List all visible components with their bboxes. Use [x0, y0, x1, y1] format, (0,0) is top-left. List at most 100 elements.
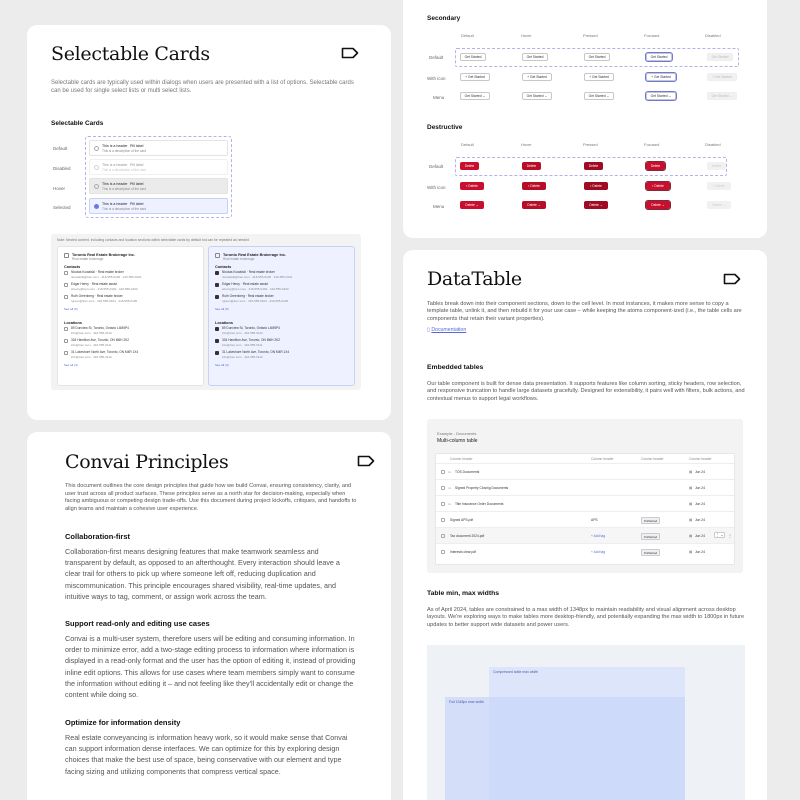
- state-label-selected: Selected: [53, 205, 71, 210]
- selectable-card-disabled: This is a header Pill label This is a de…: [89, 159, 228, 175]
- secondary-menu-button-focused[interactable]: Get Started ⌄: [645, 91, 677, 101]
- destructive-button-default[interactable]: Delete: [460, 162, 479, 170]
- checkbox-checked[interactable]: [215, 327, 219, 331]
- secondary-icon-button-default[interactable]: + Get Started: [460, 73, 490, 81]
- checkbox-checked[interactable]: [215, 271, 219, 275]
- table-row[interactable]: Interests clear.pdf + Add tag Published …: [436, 544, 734, 560]
- row-checkbox[interactable]: [441, 518, 445, 522]
- location-item[interactable]: 31 Lakeshore North Ave, Toronto, ON M4R …: [215, 350, 348, 361]
- secondary-menu-button-pressed[interactable]: Get Started ⌄: [584, 92, 614, 100]
- column-header[interactable]: Column header: [591, 457, 614, 461]
- calendar-icon: ▦: [689, 502, 693, 506]
- table-example: Example - Documents Multi-column table C…: [427, 419, 743, 573]
- destructive-menu-button-hover[interactable]: Delete ⌄: [522, 201, 546, 209]
- secondary-button-default[interactable]: Get Started: [460, 53, 486, 61]
- selectable-card-variants: This is a header Pill label This is a de…: [85, 136, 232, 218]
- checkbox-checked[interactable]: [215, 295, 219, 299]
- checkbox[interactable]: [64, 351, 68, 355]
- see-all-locations-link[interactable]: See all (4): [64, 363, 197, 367]
- radio-icon: [94, 184, 99, 189]
- row-actions[interactable]: ⋮ ⌄: [714, 532, 726, 538]
- add-tag-link[interactable]: + Add tag: [591, 534, 605, 538]
- chevron-down-icon: ⌄: [544, 94, 548, 98]
- destructive-menu-button-default[interactable]: Delete ⌄: [460, 201, 484, 209]
- table-row[interactable]: ▭ TOS Documents ▦ Jun 24: [436, 464, 734, 480]
- destructive-icon-button-hover[interactable]: ▪ Delete: [522, 182, 546, 190]
- checkbox[interactable]: [64, 327, 68, 331]
- secondary-icon-button-pressed[interactable]: + Get Started: [584, 73, 614, 81]
- checkbox[interactable]: [64, 295, 68, 299]
- buttons-section: Secondary Default Hover Pressed Focused …: [403, 0, 767, 238]
- contact-card-default[interactable]: Toronto Real Estate Brokerage Inc. Real …: [57, 246, 204, 386]
- table-row[interactable]: ▭ Title Insurance Order Documents ▦ Jun …: [436, 496, 734, 512]
- see-all-locations-link[interactable]: See all (4): [215, 363, 348, 367]
- checkbox-checked[interactable]: [215, 283, 219, 287]
- checkbox-checked[interactable]: [215, 339, 219, 343]
- trash-icon: ▪: [466, 184, 468, 188]
- more-icon[interactable]: ⋮: [728, 533, 732, 538]
- destructive-button-disabled: Delete: [707, 162, 726, 170]
- destructive-button-focused[interactable]: Delete: [645, 161, 666, 171]
- contact-card-selected[interactable]: Toronto Real Estate Brokerage Inc. Real …: [208, 246, 355, 386]
- table-row-hover[interactable]: Tax document 2024.pdf + Add tag Publishe…: [436, 528, 734, 544]
- row-checkbox[interactable]: [441, 534, 445, 538]
- see-all-contacts-link[interactable]: See all (5): [215, 307, 348, 311]
- destructive-menu-button-pressed[interactable]: Delete ⌄: [584, 201, 608, 209]
- column-header[interactable]: Column header: [641, 457, 664, 461]
- contact-item[interactable]: Edgar Henry · Real estate assist ehenry@t…: [215, 282, 348, 293]
- status-badge: Published: [641, 517, 661, 524]
- destructive-button-pressed[interactable]: Delete: [584, 162, 603, 170]
- location-item[interactable]: 89 Dunview St, Toronto, Ontario L4M5P4 in…: [215, 326, 348, 337]
- table-row[interactable]: ▭ Signed Property Closing Documents ▦ Ju…: [436, 480, 734, 496]
- selectable-card-default[interactable]: This is a header Pill label This is a de…: [89, 140, 228, 156]
- tag-icon: [723, 273, 741, 285]
- secondary-icon-button-focused[interactable]: + Get Started: [645, 72, 677, 82]
- row-checkbox[interactable]: [441, 502, 445, 506]
- column-header[interactable]: Column header: [689, 457, 712, 461]
- selectable-card-hover[interactable]: This is a header Pill label This is a de…: [89, 178, 228, 194]
- row-checkbox[interactable]: [441, 470, 445, 474]
- selectable-card-selected[interactable]: This is a header Pill label This is a de…: [89, 198, 228, 214]
- principles-section: Convai Principles This document outlines…: [27, 432, 391, 800]
- secondary-button-pressed[interactable]: Get Started: [584, 53, 610, 61]
- destructive-icon-button-default[interactable]: ▪ Delete: [460, 182, 484, 190]
- column-header[interactable]: Column header: [450, 457, 473, 461]
- checkbox[interactable]: [64, 271, 68, 275]
- chevron-down-icon: ⌄: [599, 203, 603, 207]
- location-item[interactable]: 334 Hamilton Ave, Toronto, ON M6H 2K2 inf…: [215, 338, 348, 349]
- calendar-icon: ▦: [689, 518, 693, 522]
- row-checkbox[interactable]: [441, 486, 445, 490]
- add-tag-link[interactable]: + Add tag: [591, 550, 605, 554]
- secondary-menu-button-hover[interactable]: Get Started ⌄: [522, 92, 552, 100]
- contact-item[interactable]: Nicolas Kowalski · Real estate broker nko…: [215, 270, 348, 281]
- contact-item[interactable]: Nicolas Kowalski · Real estate broker nko…: [64, 270, 197, 281]
- row-checkbox[interactable]: [441, 550, 445, 554]
- table-row[interactable]: Signed APS.pdf APS Published ▦ Jun 24: [436, 512, 734, 528]
- contact-item[interactable]: Ruth Greenberg · Real estate broker rgree…: [64, 294, 197, 305]
- see-all-contacts-link[interactable]: See all (5): [64, 307, 197, 311]
- checkbox[interactable]: [64, 339, 68, 343]
- location-item[interactable]: 334 Hamilton Ave, Toronto, ON M6H 2K2 inf…: [64, 338, 197, 349]
- secondary-button-focused[interactable]: Get Started: [645, 52, 673, 62]
- destructive-icon-button-pressed[interactable]: ▪ Delete: [584, 182, 608, 190]
- destructive-button-hover[interactable]: Delete: [522, 162, 541, 170]
- secondary-icon-button-hover[interactable]: + Get Started: [522, 73, 552, 81]
- datatable-title: DataTable: [427, 268, 522, 290]
- destructive-icon-button-focused[interactable]: ▪ Delete: [645, 181, 671, 191]
- contact-item[interactable]: Edgar Henry · Real estate assist ehenry@t…: [64, 282, 197, 293]
- location-item[interactable]: 31 Lakeshore North Ave, Toronto, ON M4R …: [64, 350, 197, 361]
- secondary-menu-button-default[interactable]: Get Started ⌄: [460, 92, 490, 100]
- secondary-button-hover[interactable]: Get Started: [522, 53, 548, 61]
- trash-icon: ▪: [713, 184, 715, 188]
- datatable-section: DataTable Tables break down into their c…: [403, 250, 767, 800]
- destructive-menu-button-focused[interactable]: Delete ⌄: [645, 200, 671, 210]
- embedded-tables-heading: Embedded tables: [427, 364, 484, 371]
- checkbox-checked[interactable]: [215, 351, 219, 355]
- secondary-heading: Secondary: [427, 15, 461, 22]
- documentation-link[interactable]: ▯ Documentation: [427, 327, 466, 333]
- contact-item[interactable]: Ruth Greenberg · Real estate broker rgree…: [215, 294, 348, 305]
- location-item[interactable]: 89 Dunview St, Toronto, Ontario L4M5P4 in…: [64, 326, 197, 337]
- principles-intro: This document outlines the core design p…: [65, 483, 357, 512]
- plus-icon: +: [465, 75, 468, 79]
- checkbox[interactable]: [64, 283, 68, 287]
